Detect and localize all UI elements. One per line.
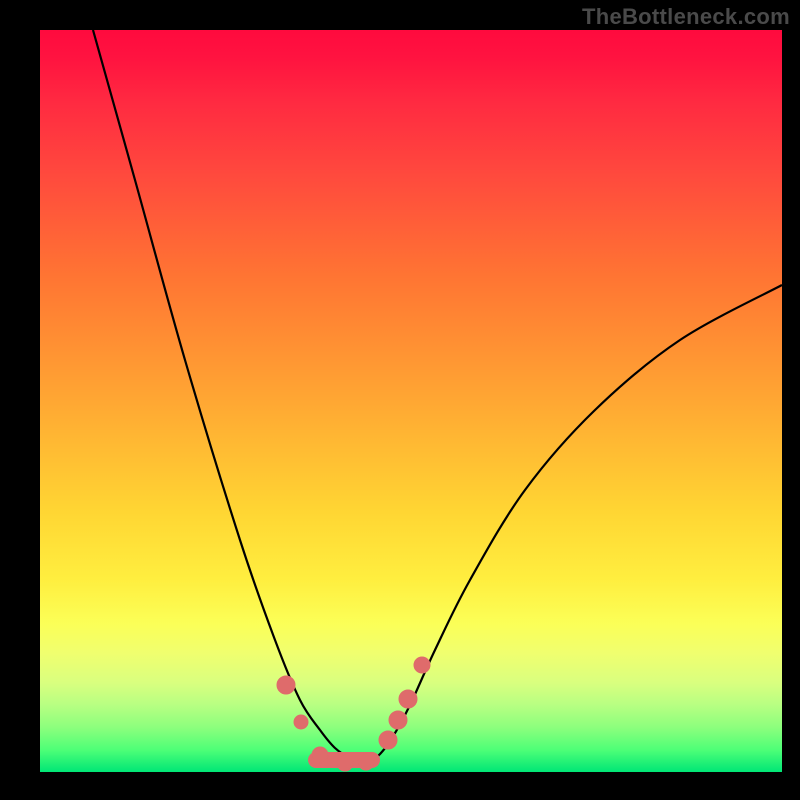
curve-layer xyxy=(40,30,782,772)
curve-marker xyxy=(358,754,374,770)
curve-marker xyxy=(312,747,328,763)
curve-marker xyxy=(379,731,397,749)
chart-frame: TheBottleneck.com xyxy=(0,0,800,800)
watermark-text: TheBottleneck.com xyxy=(582,4,790,30)
curve-marker xyxy=(337,755,353,771)
curve-marker xyxy=(277,676,295,694)
curve-marker xyxy=(414,657,430,673)
curve-marker xyxy=(389,711,407,729)
curve-marker xyxy=(294,715,308,729)
curve-marker xyxy=(399,690,417,708)
plot-area xyxy=(40,30,782,772)
bottleneck-curve xyxy=(93,30,782,763)
